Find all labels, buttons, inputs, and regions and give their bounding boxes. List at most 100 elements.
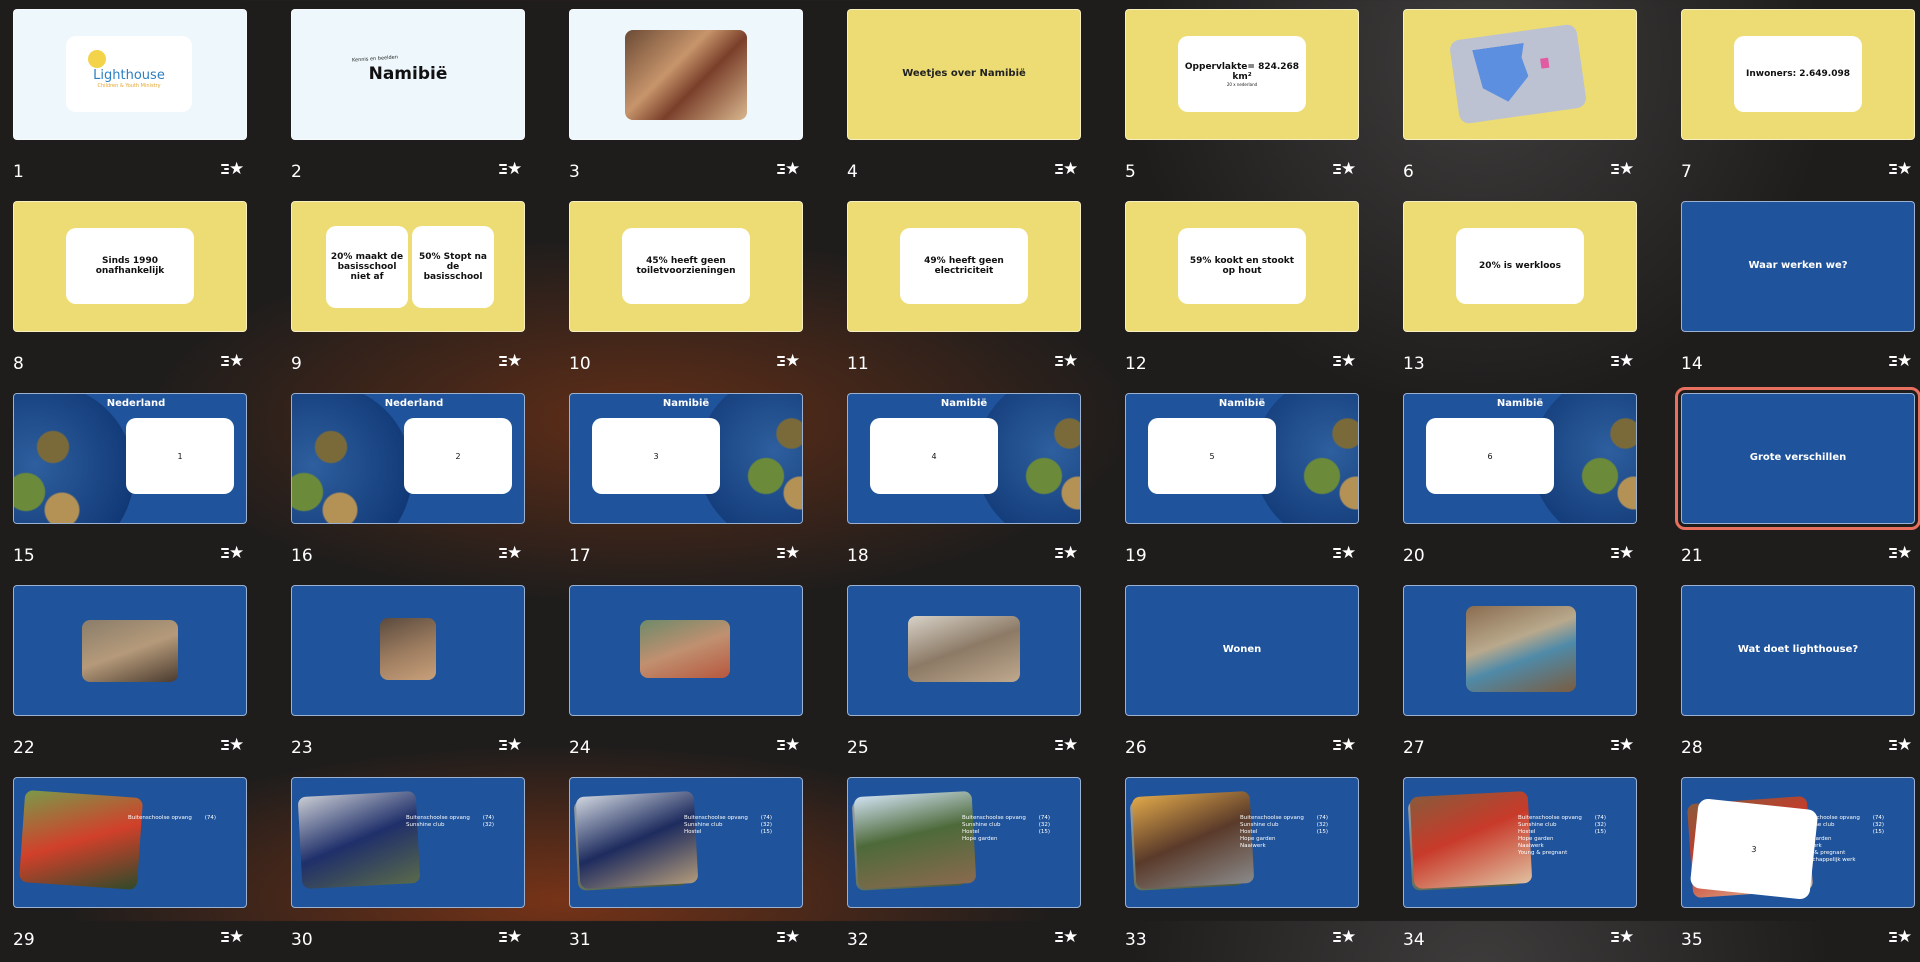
slide-thumbnail-4[interactable]: Weetjes over Namibië 4 ★ [847,9,1081,194]
slide-thumbnail-17[interactable]: Namibië 3 17 ★ [569,393,803,578]
slide-thumbnail-7[interactable]: Inwoners: 2.649.098 7 ★ [1681,9,1915,194]
slide-thumbnail-35[interactable]: 3 Buitenschoolse opvang (74) Sunshine club(… [1681,777,1915,962]
slide-preview[interactable]: 20% is werkloos [1403,201,1637,332]
slide-preview[interactable] [13,585,247,716]
slide-preview[interactable]: Lighthouse Children & Youth Ministry [13,9,247,140]
build-star-icon[interactable]: ★ [221,735,245,756]
build-star-icon[interactable]: ★ [1889,735,1913,756]
build-star-icon[interactable]: ★ [1055,543,1079,564]
slide-preview[interactable]: 59% kookt en stookt op hout [1125,201,1359,332]
build-star-icon[interactable]: ★ [221,159,245,180]
slide-thumbnail-15[interactable]: Nederland 1 15 ★ [13,393,247,578]
slide-thumbnail-3[interactable]: 3 ★ [569,9,803,194]
slide-thumbnail-12[interactable]: 59% kookt en stookt op hout 12 ★ [1125,201,1359,386]
build-star-icon[interactable]: ★ [777,735,801,756]
build-star-icon[interactable]: ★ [1611,543,1635,564]
build-star-icon[interactable]: ★ [777,927,801,948]
slide-thumbnail-14[interactable]: Waar werken we? 14 ★ [1681,201,1915,386]
slide-preview[interactable]: Buitenschoolse opvang (74) Sunshine club (3… [1403,777,1637,908]
build-star-icon[interactable]: ★ [1611,159,1635,180]
build-star-icon[interactable]: ★ [1333,735,1357,756]
slide-preview[interactable]: Wonen [1125,585,1359,716]
slide-preview[interactable]: Namibië 3 [569,393,803,524]
slide-preview[interactable] [569,9,803,140]
build-star-icon[interactable]: ★ [1333,543,1357,564]
slide-thumbnail-19[interactable]: Namibië 5 19 ★ [1125,393,1359,578]
build-star-icon[interactable]: ★ [1889,543,1913,564]
slide-thumbnail-2[interactable]: Kennis en beelden Namibië 2 ★ [291,9,525,194]
build-star-icon[interactable]: ★ [221,351,245,372]
build-star-icon[interactable]: ★ [221,543,245,564]
slide-thumbnail-1[interactable]: Lighthouse Children & Youth Ministry 1 ★ [13,9,247,194]
slide-thumbnail-20[interactable]: Namibië 6 20 ★ [1403,393,1637,578]
slide-thumbnail-28[interactable]: Wat doet lighthouse? 28 ★ [1681,585,1915,770]
build-star-icon[interactable]: ★ [1055,351,1079,372]
build-star-icon[interactable]: ★ [777,351,801,372]
slide-preview[interactable]: Namibië 5 [1125,393,1359,524]
slide-preview[interactable]: 20% maakt de basisschool niet af 50% Stop… [291,201,525,332]
slide-preview[interactable] [847,585,1081,716]
slide-thumbnail-34[interactable]: Buitenschoolse opvang (74) Sunshine club (3… [1403,777,1637,962]
slide-thumbnail-22[interactable]: 22 ★ [13,585,247,770]
slide-preview[interactable]: Buitenschoolse opvang (74) Sunshine club (3… [1125,777,1359,908]
slide-thumbnail-18[interactable]: Namibië 4 18 ★ [847,393,1081,578]
build-star-icon[interactable]: ★ [777,543,801,564]
build-star-icon[interactable]: ★ [1889,927,1913,948]
slide-thumbnail-25[interactable]: 25 ★ [847,585,1081,770]
build-star-icon[interactable]: ★ [499,159,523,180]
slide-thumbnail-5[interactable]: Oppervlakte= 824.268 km² 20 x nederland 5 ★ [1125,9,1359,194]
slide-thumbnail-9[interactable]: 20% maakt de basisschool niet af 50% Stop… [291,201,525,386]
build-star-icon[interactable]: ★ [1055,735,1079,756]
slide-thumbnail-8[interactable]: Sinds 1990 onafhankelijk 8 ★ [13,201,247,386]
slide-thumbnail-26[interactable]: Wonen 26 ★ [1125,585,1359,770]
slide-preview[interactable]: Nederland 1 [13,393,247,524]
slide-preview[interactable]: 49% heeft geen electriciteit [847,201,1081,332]
slide-preview[interactable] [1403,585,1637,716]
slide-thumbnail-32[interactable]: Buitenschoolse opvang (74) Sunshine club (3… [847,777,1081,962]
build-star-icon[interactable]: ★ [1333,927,1357,948]
slide-preview[interactable]: Weetjes over Namibië [847,9,1081,140]
build-star-icon[interactable]: ★ [1333,351,1357,372]
slide-thumbnail-21[interactable]: Grote verschillen 21 ★ [1675,387,1920,578]
build-star-icon[interactable]: ★ [1889,351,1913,372]
slide-preview[interactable]: Buitenschoolse opvang (74) Sunshine club (3… [847,777,1081,908]
slide-thumbnail-29[interactable]: Buitenschoolse opvang (74) 29 ★ [13,777,247,962]
slide-thumbnail-33[interactable]: Buitenschoolse opvang (74) Sunshine club (3… [1125,777,1359,962]
slide-preview[interactable]: 45% heeft geen toiletvoorzieningen [569,201,803,332]
build-star-icon[interactable]: ★ [499,543,523,564]
slide-preview[interactable] [1403,9,1637,140]
build-star-icon[interactable]: ★ [1055,927,1079,948]
build-star-icon[interactable]: ★ [1889,159,1913,180]
slide-preview[interactable]: Waar werken we? [1681,201,1915,332]
build-star-icon[interactable]: ★ [499,351,523,372]
slide-preview[interactable]: Sinds 1990 onafhankelijk [13,201,247,332]
slide-preview[interactable]: Buitenschoolse opvang (74) Sunshine club (3… [291,777,525,908]
slide-thumbnail-16[interactable]: Nederland 2 16 ★ [291,393,525,578]
slide-thumbnail-6[interactable]: 6 ★ [1403,9,1637,194]
slide-preview[interactable]: Namibië 4 [847,393,1081,524]
slide-preview[interactable]: Nederland 2 [291,393,525,524]
slide-thumbnail-31[interactable]: Buitenschoolse opvang (74) Sunshine club (3… [569,777,803,962]
slide-thumbnail-27[interactable]: 27 ★ [1403,585,1637,770]
slide-preview[interactable]: Kennis en beelden Namibië [291,9,525,140]
slide-preview[interactable]: Oppervlakte= 824.268 km² 20 x nederland [1125,9,1359,140]
slide-thumbnail-13[interactable]: 20% is werkloos 13 ★ [1403,201,1637,386]
build-star-icon[interactable]: ★ [1611,927,1635,948]
slide-thumbnail-24[interactable]: 24 ★ [569,585,803,770]
build-star-icon[interactable]: ★ [1611,735,1635,756]
build-star-icon[interactable]: ★ [1055,159,1079,180]
slide-thumbnail-10[interactable]: 45% heeft geen toiletvoorzieningen 10 ★ [569,201,803,386]
build-star-icon[interactable]: ★ [1333,159,1357,180]
slide-preview[interactable]: Namibië 6 [1403,393,1637,524]
slide-preview[interactable]: Grote verschillen [1675,387,1920,530]
slide-thumbnail-23[interactable]: 23 ★ [291,585,525,770]
build-star-icon[interactable]: ★ [1611,351,1635,372]
slide-preview[interactable]: Wat doet lighthouse? [1681,585,1915,716]
slide-thumbnail-30[interactable]: Buitenschoolse opvang (74) Sunshine club (3… [291,777,525,962]
slide-preview[interactable]: 3 Buitenschoolse opvang (74) Sunshine club(… [1681,777,1915,908]
build-star-icon[interactable]: ★ [777,159,801,180]
slide-preview[interactable]: Buitenschoolse opvang (74) Sunshine club (3… [569,777,803,908]
slide-preview[interactable] [291,585,525,716]
build-star-icon[interactable]: ★ [499,735,523,756]
build-star-icon[interactable]: ★ [221,927,245,948]
